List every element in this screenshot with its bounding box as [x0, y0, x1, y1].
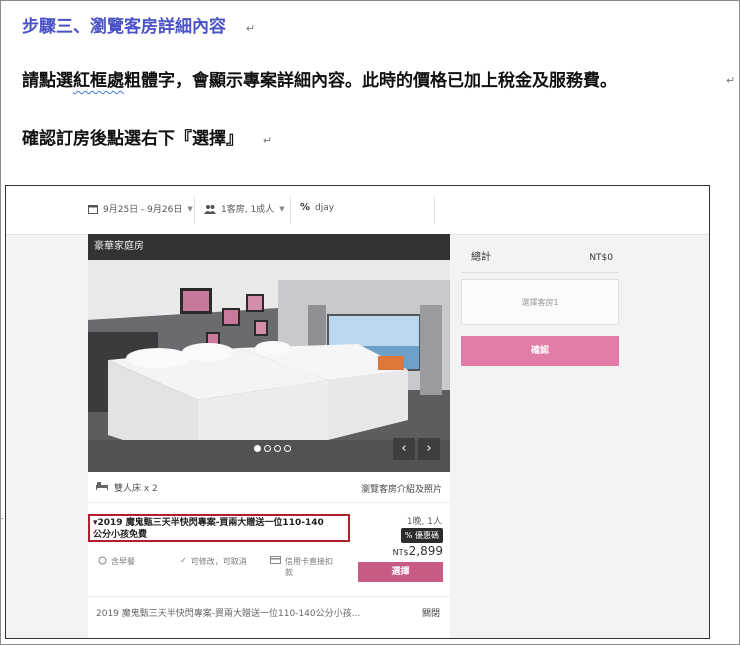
room-card: 豪華家庭房 ‹ › 雙人床 x 2 瀏覽客房介紹及照片 ▾2019 魔鬼甄三天半… [88, 234, 450, 638]
booking-screenshot: 9月25日 - 9月26日 ▼ 1客房, 1成人 ▼ % djay 豪華家庭房 [5, 185, 710, 639]
payment-text: 信用卡直接扣款 [285, 557, 333, 577]
para1-text-c: 粗體字，會顯示專案詳細內容。此時的價格已加上稅金及服務費。 [124, 71, 617, 91]
meal-text: 含早餐 [111, 557, 135, 566]
rate-plan-title-line1: ▾2019 魔鬼甄三天半快閃專案-買兩大贈送一位110-140 [93, 518, 324, 528]
step-title: 步驟三、瀏覽客房詳細內容 ↵ [22, 12, 255, 37]
credit-card-icon [270, 556, 281, 566]
promo-badge: % 優惠碼 [400, 528, 443, 543]
breakfast-icon [98, 556, 107, 567]
para1-text-b: 紅框處 [73, 71, 124, 91]
promo-badge-text: 優惠碼 [415, 531, 439, 540]
guests-text: 1客房, 1成人 [221, 205, 275, 215]
percent-icon: % [300, 202, 311, 213]
carousel-dot[interactable] [254, 445, 261, 452]
price-amount: 2,899 [408, 544, 443, 558]
room-details-link[interactable]: 瀏覽客房介紹及照片 [361, 482, 442, 495]
paragraph-mark: ↵ [726, 74, 736, 87]
payment-info: 信用卡直接扣款 [270, 556, 340, 578]
divider [290, 196, 291, 224]
price: NT$2,899 [393, 544, 443, 558]
date-picker[interactable]: 9月25日 - 9月26日 ▼ [88, 202, 193, 215]
chevron-down-icon: ▼ [279, 204, 285, 213]
rate-plan-collapsed: 2019 魔鬼甄三天半快閃專案-買兩大贈送一位110-140公分小孩... 關閉 [88, 596, 450, 627]
bed-icon [96, 481, 108, 493]
instruction-paragraph-1: 請點選紅框處粗體字，會顯示專案詳細內容。此時的價格已加上稅金及服務費。 [22, 66, 617, 91]
cancellation-text: 可修改，可取消 [190, 557, 247, 566]
promo-code-field[interactable]: % djay [300, 202, 334, 213]
para1-text-a: 請點選 [22, 71, 73, 91]
check-icon: ✓ [180, 556, 187, 565]
date-range-text: 9月25日 - 9月26日 [103, 205, 183, 215]
bed-type: 雙人床 x 2 [114, 484, 158, 494]
carousel-dots [254, 445, 291, 452]
cancellation-info: ✓ 可修改，可取消 [180, 556, 247, 567]
room-info-row: 雙人床 x 2 瀏覽客房介紹及照片 [88, 472, 450, 503]
chevron-left-icon: ‹ [401, 441, 407, 456]
rate-plan: ▾2019 魔鬼甄三天半快閃專案-買兩大贈送一位110-140 公分小孩免費 含… [88, 504, 450, 596]
promo-code-text: djay [315, 202, 335, 213]
meal-info: 含早餐 [98, 556, 135, 567]
carousel-dot[interactable] [264, 445, 271, 452]
total-amount: NT$0 [589, 253, 613, 263]
room-name: 豪華家庭房 [88, 234, 450, 260]
guest-picker[interactable]: 1客房, 1成人 ▼ [204, 202, 285, 215]
rate-plan-title-line2: 公分小孩免費 [93, 530, 148, 540]
margin-mark [0, 518, 3, 519]
paragraph-mark: ↵ [245, 22, 256, 35]
carousel-dot[interactable] [274, 445, 281, 452]
carousel-dot[interactable] [284, 445, 291, 452]
room-photo[interactable]: ‹ › [88, 260, 450, 472]
guests-icon [204, 204, 216, 214]
confirm-button[interactable]: 確認 [461, 336, 619, 366]
rate-plan-title-highlight[interactable]: ▾2019 魔鬼甄三天半快閃專案-買兩大贈送一位110-140 公分小孩免費 [88, 514, 350, 542]
collapse-toggle[interactable]: 關閉 [422, 606, 440, 619]
total-row: 總計 NT$0 [461, 244, 619, 273]
prev-photo-button[interactable]: ‹ [393, 438, 415, 460]
occupancy-text: 1晚, 1人 [406, 517, 442, 527]
chevron-right-icon: › [426, 441, 432, 456]
next-photo-button[interactable]: › [418, 438, 440, 460]
room-select-slot[interactable]: 選擇客房1 [461, 279, 619, 325]
rate-plan-2-title[interactable]: 2019 魔鬼甄三天半快閃專案-買兩大贈送一位110-140公分小孩... [96, 606, 360, 619]
instruction-paragraph-2: 確認訂房後點選右下『選擇』 ↵ [22, 124, 272, 149]
para2-text: 確認訂房後點選右下『選擇』 [22, 129, 243, 149]
divider [434, 196, 435, 224]
price-currency: NT$ [392, 548, 409, 557]
step-title-text: 步驟三、瀏覽客房詳細內容 [22, 17, 226, 37]
calendar-icon [88, 204, 98, 214]
paragraph-mark: ↵ [262, 134, 273, 147]
chevron-down-icon: ▼ [187, 204, 193, 213]
divider [194, 196, 195, 224]
select-button[interactable]: 選擇 [358, 562, 443, 582]
search-bar: 9月25日 - 9月26日 ▼ 1客房, 1成人 ▼ % djay [6, 186, 709, 235]
total-label: 總計 [471, 252, 491, 263]
percent-icon: % [404, 531, 413, 540]
